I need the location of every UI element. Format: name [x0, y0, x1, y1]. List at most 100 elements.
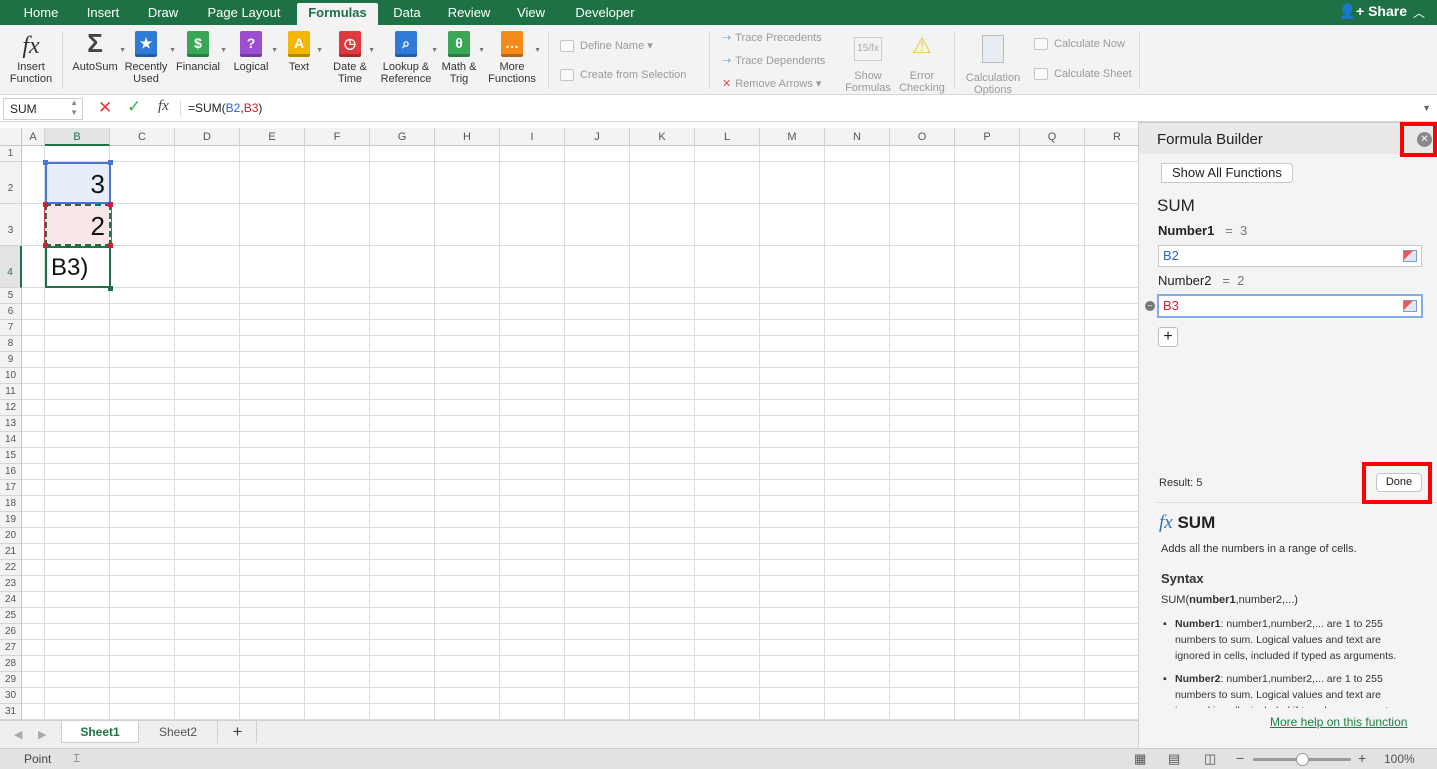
row-header-19[interactable]: 19 [0, 512, 22, 528]
row-header-23[interactable]: 23 [0, 576, 22, 592]
column-header-j[interactable]: J [565, 128, 630, 146]
ribbon-button-date[interactable]: ◷ ▼ Date & Time [329, 31, 375, 85]
arg2-input[interactable]: B3 [1157, 294, 1423, 318]
calculate-sheet-button[interactable]: Calculate Sheet [1034, 68, 1132, 81]
ribbon-button-recently[interactable]: ★ ▼ Recently Used [120, 31, 176, 85]
error-checking-button[interactable]: ⚠ Error Checking [896, 31, 948, 94]
cell-b2[interactable]: 3 [45, 162, 111, 204]
normal-view-icon[interactable]: ▦ [1134, 751, 1146, 767]
row-header-16[interactable]: 16 [0, 464, 22, 480]
row-header-5[interactable]: 5 [0, 288, 22, 304]
column-header-b[interactable]: B [45, 128, 110, 146]
column-header-o[interactable]: O [890, 128, 955, 146]
row-header-4[interactable]: 4 [0, 246, 22, 288]
dropdown-caret-icon[interactable]: ▼ [316, 45, 323, 57]
row-header-17[interactable]: 17 [0, 480, 22, 496]
column-header-g[interactable]: G [370, 128, 435, 146]
row-header-22[interactable]: 22 [0, 560, 22, 576]
tab-data[interactable]: Data [384, 0, 430, 25]
selection-handle[interactable] [43, 160, 48, 165]
create-from-selection-button[interactable]: Create from Selection [560, 69, 686, 82]
collapse-ribbon-icon[interactable]: ︿ [1413, 4, 1425, 21]
row-header-15[interactable]: 15 [0, 448, 22, 464]
column-header-d[interactable]: D [175, 128, 240, 146]
column-header-e[interactable]: E [240, 128, 305, 146]
remove-argument-icon[interactable]: – [1145, 301, 1155, 311]
row-header-13[interactable]: 13 [0, 416, 22, 432]
show-all-functions-button[interactable]: Show All Functions [1161, 163, 1293, 183]
page-layout-view-icon[interactable]: ▤ [1168, 751, 1180, 767]
calculate-now-button[interactable]: Calculate Now [1034, 38, 1125, 51]
row-header-8[interactable]: 8 [0, 336, 22, 352]
dropdown-caret-icon[interactable]: ▼ [534, 45, 541, 57]
add-sheet-button[interactable]: + [219, 721, 257, 743]
define-name-button[interactable]: Define Name ▾ [560, 39, 653, 53]
tab-review[interactable]: Review [440, 0, 498, 25]
row-header-2[interactable]: 2 [0, 162, 22, 204]
tab-formulas[interactable]: Formulas [297, 3, 378, 25]
trace-precedents-button[interactable]: ⇢ Trace Precedents [722, 31, 822, 44]
expand-formula-icon[interactable]: ▼ [1422, 103, 1431, 113]
row-header-25[interactable]: 25 [0, 608, 22, 624]
row-header-14[interactable]: 14 [0, 432, 22, 448]
tab-draw[interactable]: Draw [138, 0, 188, 25]
range-picker-icon[interactable] [1403, 250, 1417, 262]
stepper-icon[interactable]: ▲ ▼ [70, 98, 78, 118]
row-header-28[interactable]: 28 [0, 656, 22, 672]
ribbon-button-math[interactable]: θ ▼ Math & Trig [437, 31, 485, 85]
column-header-a[interactable]: A [22, 128, 45, 146]
sheet-tab-sheet2[interactable]: Sheet2 [139, 721, 218, 743]
row-header-9[interactable]: 9 [0, 352, 22, 368]
formula-input[interactable]: =SUM(B2,B3) [188, 101, 262, 115]
next-sheet-icon[interactable]: ▶ [38, 728, 46, 741]
sheet-tab-sheet1[interactable]: Sheet1 [61, 721, 139, 743]
selection-handle[interactable] [108, 202, 113, 207]
cell-b3[interactable]: 2 [44, 203, 112, 247]
tab-developer[interactable]: Developer [566, 0, 644, 25]
ribbon-button-more[interactable]: … ▼ More Functions [487, 31, 541, 85]
row-header-7[interactable]: 7 [0, 320, 22, 336]
show-formulas-button[interactable]: 15/fx Show Formulas [844, 31, 892, 94]
column-header-n[interactable]: N [825, 128, 890, 146]
dropdown-caret-icon[interactable]: ▼ [271, 45, 278, 57]
row-header-18[interactable]: 18 [0, 496, 22, 512]
ribbon-button-text[interactable]: A ▼ Text [279, 31, 323, 73]
range-picker-icon[interactable] [1403, 300, 1417, 312]
row-header-27[interactable]: 27 [0, 640, 22, 656]
ribbon-button-lookup[interactable]: ⌕ ▼ Lookup & Reference [378, 31, 438, 85]
column-header-f[interactable]: F [305, 128, 370, 146]
add-argument-button[interactable]: + [1158, 327, 1178, 347]
more-help-link[interactable]: More help on this function [1270, 715, 1407, 729]
row-header-10[interactable]: 10 [0, 368, 22, 384]
page-break-view-icon[interactable]: ◫ [1204, 751, 1216, 767]
zoom-slider[interactable] [1253, 753, 1351, 766]
selection-handle[interactable] [108, 160, 113, 165]
column-header-m[interactable]: M [760, 128, 825, 146]
selection-handle[interactable] [43, 202, 48, 207]
row-header-26[interactable]: 26 [0, 624, 22, 640]
ribbon-button-logical[interactable]: ? ▼ Logical [228, 31, 278, 73]
selection-handle[interactable] [43, 243, 48, 248]
row-header-12[interactable]: 12 [0, 400, 22, 416]
row-header-20[interactable]: 20 [0, 528, 22, 544]
column-header-c[interactable]: C [110, 128, 175, 146]
column-header-h[interactable]: H [435, 128, 500, 146]
dropdown-caret-icon[interactable]: ▼ [368, 45, 375, 57]
row-header-31[interactable]: 31 [0, 704, 22, 720]
column-header-p[interactable]: P [955, 128, 1020, 146]
column-header-q[interactable]: Q [1020, 128, 1085, 146]
tab-insert[interactable]: Insert [76, 0, 130, 25]
row-header-6[interactable]: 6 [0, 304, 22, 320]
column-header-r[interactable]: R [1085, 128, 1138, 146]
cell-b4-active[interactable]: B3) [45, 246, 111, 288]
row-header-1[interactable]: 1 [0, 146, 22, 162]
tab-page-layout[interactable]: Page Layout [198, 0, 290, 25]
zoom-in-button[interactable]: + [1358, 750, 1366, 766]
macro-record-icon[interactable]: ⌶ [73, 751, 80, 766]
tab-view[interactable]: View [508, 0, 554, 25]
column-header-i[interactable]: I [500, 128, 565, 146]
row-header-3[interactable]: 3 [0, 204, 22, 246]
spreadsheet-grid[interactable]: ABCDEFGHIJKLMNOPQR 1 2 3 4 5 6 7 8 9 10 11 12 13 14 15… [0, 128, 1138, 720]
ribbon-button-autosum[interactable]: Σ ▼ AutoSum [68, 30, 126, 73]
row-header-11[interactable]: 11 [0, 384, 22, 400]
